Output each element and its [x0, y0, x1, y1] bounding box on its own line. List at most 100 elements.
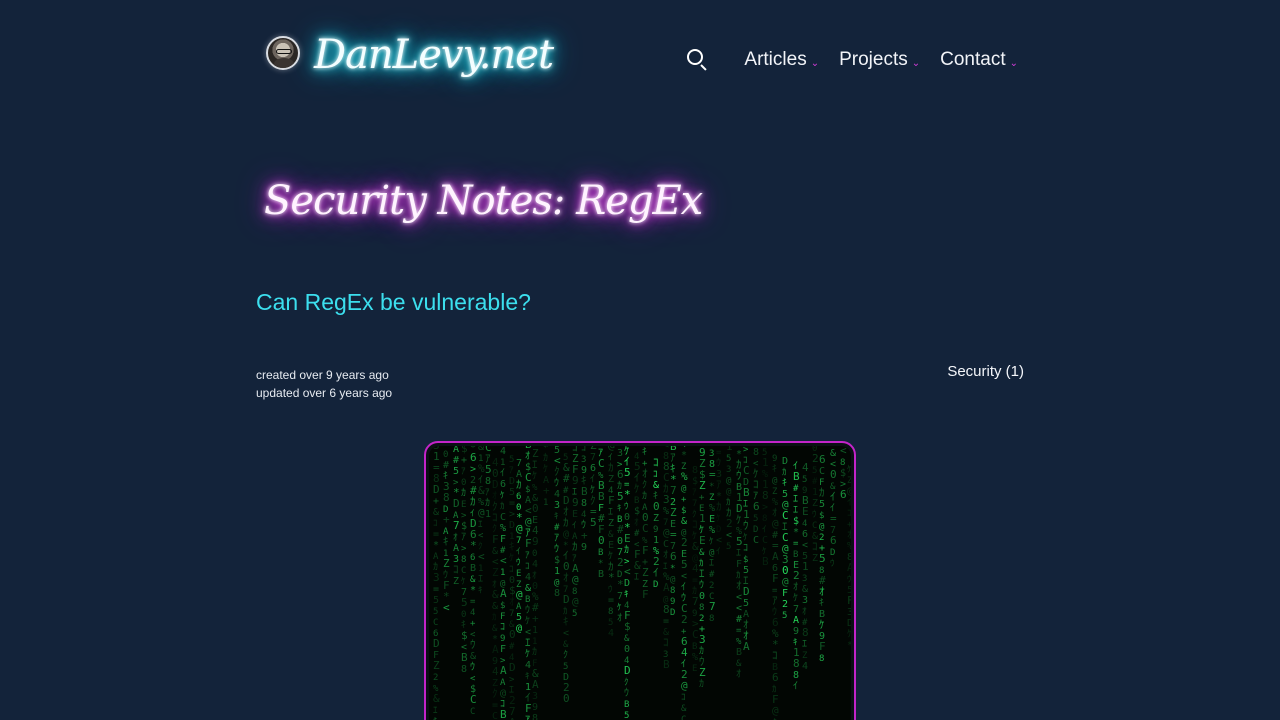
svg-text:4: 4: [470, 608, 475, 618]
svg-text:3: 3: [532, 691, 538, 702]
svg-text:D: D: [433, 637, 440, 650]
svg-text:F: F: [500, 534, 506, 545]
svg-text:ｳ: ｳ: [743, 519, 749, 532]
svg-text:ｺ: ｺ: [753, 478, 759, 491]
svg-text:&: &: [563, 640, 569, 650]
svg-text:ｱ: ｱ: [692, 488, 697, 498]
article-subtitle: Can RegEx be vulnerable?: [256, 289, 531, 315]
svg-text:+: +: [433, 496, 439, 507]
search-icon[interactable]: [686, 48, 710, 72]
svg-text:0: 0: [699, 591, 705, 602]
svg-text:ｲ: ｲ: [590, 474, 595, 485]
svg-text:ｱ: ｱ: [461, 532, 466, 543]
svg-text:=: =: [433, 529, 439, 540]
svg-text:=: =: [709, 468, 716, 481]
svg-text:ｴ: ｴ: [525, 636, 531, 649]
svg-text:A: A: [663, 581, 670, 594]
svg-text:ｱ: ｱ: [716, 478, 722, 491]
svg-text:ｵ: ｵ: [847, 528, 851, 541]
svg-text:@: @: [608, 446, 615, 452]
nav-item-projects[interactable]: Projects ⌄: [839, 49, 920, 71]
svg-text:8: 8: [699, 603, 704, 613]
svg-text:#: #: [634, 529, 640, 539]
hero-image: 9#D31=8D+&ｺ=*Aｶ3=55C6DFZ2%&ｴｷ*+00#ｷ38D+A…: [429, 446, 851, 720]
svg-text:ｲ: ｲ: [830, 490, 836, 503]
svg-text:F: F: [847, 594, 851, 607]
svg-text:3: 3: [802, 595, 808, 606]
svg-text:ｳ: ｳ: [812, 509, 817, 520]
tag-link-security[interactable]: Security (1): [947, 363, 1024, 380]
svg-text:F: F: [772, 572, 779, 585]
nav-item-label: Contact: [940, 49, 1006, 70]
svg-text:ｴ: ｴ: [532, 458, 538, 471]
svg-text:&: &: [699, 548, 705, 558]
site-header: DanLevy.net Articles ⌄ Projects ⌄ Contac…: [256, 26, 1026, 96]
chevron-down-icon: ⌄: [1009, 57, 1018, 69]
svg-text:*: *: [608, 571, 615, 584]
svg-text:D: D: [509, 476, 515, 487]
svg-text:2: 2: [433, 673, 438, 683]
svg-text:6: 6: [670, 550, 677, 563]
svg-text:ｺ: ｺ: [653, 470, 658, 480]
svg-text:5: 5: [509, 487, 515, 498]
svg-text:ｵ: ｵ: [802, 606, 807, 617]
svg-text:4: 4: [692, 562, 699, 575]
svg-text:0: 0: [443, 446, 450, 449]
svg-text:B: B: [793, 550, 798, 560]
svg-text:5: 5: [743, 598, 749, 609]
svg-text:#: #: [443, 460, 449, 471]
svg-text:B: B: [692, 642, 697, 652]
svg-text:ｳ: ｳ: [470, 638, 476, 651]
nav-item-articles[interactable]: Articles ⌄: [744, 49, 819, 71]
svg-text:0: 0: [653, 500, 660, 513]
svg-text:9: 9: [500, 634, 505, 644]
svg-text:+: +: [699, 493, 705, 503]
svg-text:ｱ: ｱ: [525, 715, 530, 720]
logo-link[interactable]: DanLevy.net: [256, 26, 554, 78]
svg-text:8: 8: [840, 458, 845, 468]
svg-text:6: 6: [470, 553, 475, 563]
svg-text:#: #: [793, 484, 799, 494]
svg-text:ｷ: ｷ: [642, 447, 647, 458]
svg-text:=: =: [692, 575, 698, 586]
svg-text:8: 8: [461, 555, 466, 565]
svg-text:5: 5: [485, 463, 492, 476]
svg-text:ｷ: ｷ: [443, 535, 449, 548]
svg-text:ｳ: ｳ: [716, 457, 721, 469]
svg-text:0: 0: [563, 692, 570, 705]
svg-text:ｲ: ｲ: [681, 582, 686, 593]
svg-text:B: B: [743, 486, 750, 499]
svg-text:Z: Z: [653, 513, 659, 524]
svg-text:ｺ: ｺ: [681, 693, 686, 703]
svg-text:2: 2: [793, 569, 800, 582]
svg-text:Z: Z: [812, 553, 818, 564]
svg-text:ｶ: ｶ: [485, 497, 490, 509]
svg-text:<: <: [736, 592, 742, 603]
svg-text:8: 8: [532, 713, 538, 720]
svg-text:F: F: [819, 640, 826, 653]
svg-text:E: E: [802, 505, 809, 518]
avatar: [266, 36, 300, 70]
svg-text:1: 1: [812, 487, 818, 498]
svg-text:&: &: [608, 530, 614, 540]
svg-text:5: 5: [509, 455, 514, 465]
svg-text:8: 8: [692, 465, 698, 476]
svg-text:%: %: [663, 506, 669, 517]
svg-text:5: 5: [726, 454, 731, 464]
nav-item-contact[interactable]: Contact ⌄: [940, 49, 1018, 71]
svg-text:%: %: [736, 637, 742, 647]
svg-text:*: *: [670, 564, 675, 574]
svg-text:ｶ: ｶ: [543, 452, 548, 464]
svg-text:E: E: [608, 540, 614, 551]
svg-text:B: B: [461, 651, 468, 664]
svg-text:%: %: [692, 652, 698, 663]
svg-text:=: =: [716, 448, 722, 458]
svg-text:D: D: [509, 661, 516, 674]
svg-text:&: &: [470, 651, 476, 662]
svg-text:F: F: [608, 494, 615, 507]
svg-text:A: A: [509, 716, 516, 720]
svg-text:&: &: [681, 516, 687, 527]
svg-text:<: <: [802, 540, 808, 551]
svg-text:@: @: [572, 595, 579, 608]
svg-text:<: <: [716, 535, 722, 546]
